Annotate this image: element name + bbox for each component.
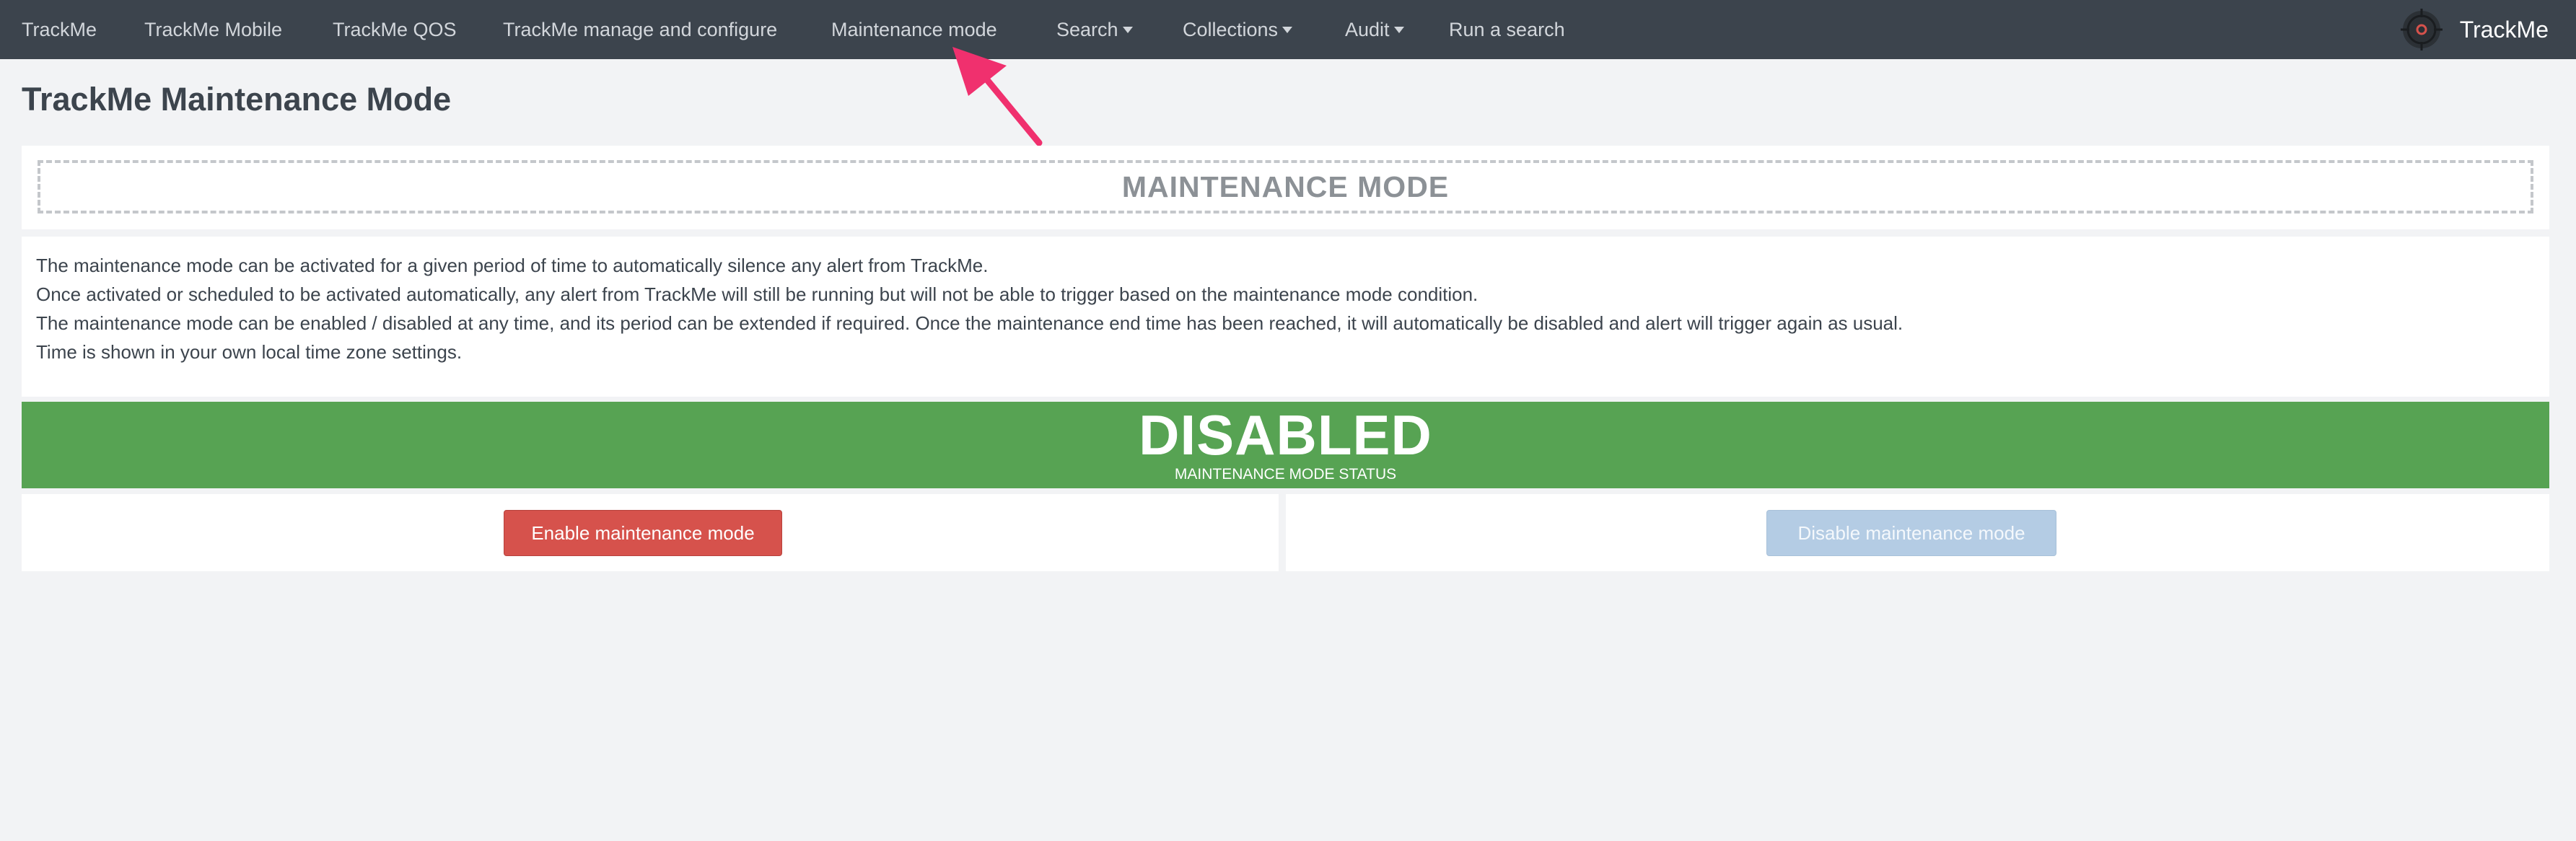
status-label: MAINTENANCE MODE STATUS [1174,466,1397,483]
annotation-arrow-icon [952,47,1043,146]
nav-item-label: Run a search [1449,18,1565,40]
nav-item-trackme-qos[interactable]: TrackMe QOS [333,0,457,59]
nav-item-run-a-search[interactable]: Run a search [1449,0,1565,59]
caret-down-icon [1393,26,1404,33]
page-title: TrackMe Maintenance Mode [22,81,452,118]
description-line: The maintenance mode can be enabled / di… [36,312,1903,334]
nav-item-label: TrackMe QOS [333,18,457,40]
nav-item-collections-dropdown[interactable]: Collections [1183,0,1293,59]
disable-action-panel: Disable maintenance mode [1286,494,2549,571]
enable-maintenance-button[interactable]: Enable maintenance mode [504,510,782,556]
nav-item-label: TrackMe Mobile [144,18,283,40]
description-panel: The maintenance mode can be activated fo… [22,237,2549,397]
description-line: Time is shown in your own local time zon… [36,341,463,363]
status-value: DISABLED [1139,403,1432,467]
maintenance-mode-banner-panel: MAINTENANCE MODE [22,146,2549,229]
description-line: The maintenance mode can be activated fo… [36,255,989,276]
nav-item-label: TrackMe manage and configure [503,18,778,40]
nav-item-manage-configure[interactable]: TrackMe manage and configure [503,0,777,59]
nav-item-label: Maintenance mode [831,18,997,40]
nav-item-search-dropdown[interactable]: Search [1056,0,1133,59]
brand-name: TrackMe [2459,16,2549,43]
nav-item-label: Collections [1183,18,1279,40]
nav-item-audit-dropdown[interactable]: Audit [1345,0,1404,59]
caret-down-icon [1282,26,1293,33]
top-navbar: TrackMe TrackMe Mobile TrackMe QOS Track… [0,0,2576,59]
nav-item-label: Search [1056,18,1118,40]
nav-item-trackme[interactable]: TrackMe [22,0,97,59]
nav-item-trackme-mobile[interactable]: TrackMe Mobile [144,0,282,59]
nav-item-label: Audit [1345,18,1390,40]
brand[interactable]: TrackMe [2399,0,2549,59]
caret-down-icon [1122,26,1133,33]
description-line: Once activated or scheduled to be activa… [36,283,1478,305]
maintenance-mode-banner: MAINTENANCE MODE [38,160,2533,213]
banner-title: MAINTENANCE MODE [1121,169,1450,203]
target-icon [2400,9,2443,50]
maintenance-status-panel: DISABLED MAINTENANCE MODE STATUS [22,402,2549,488]
enable-action-panel: Enable maintenance mode [22,494,1279,571]
disable-maintenance-button[interactable]: Disable maintenance mode [1766,510,2056,556]
nav-item-label: TrackMe [22,18,97,40]
